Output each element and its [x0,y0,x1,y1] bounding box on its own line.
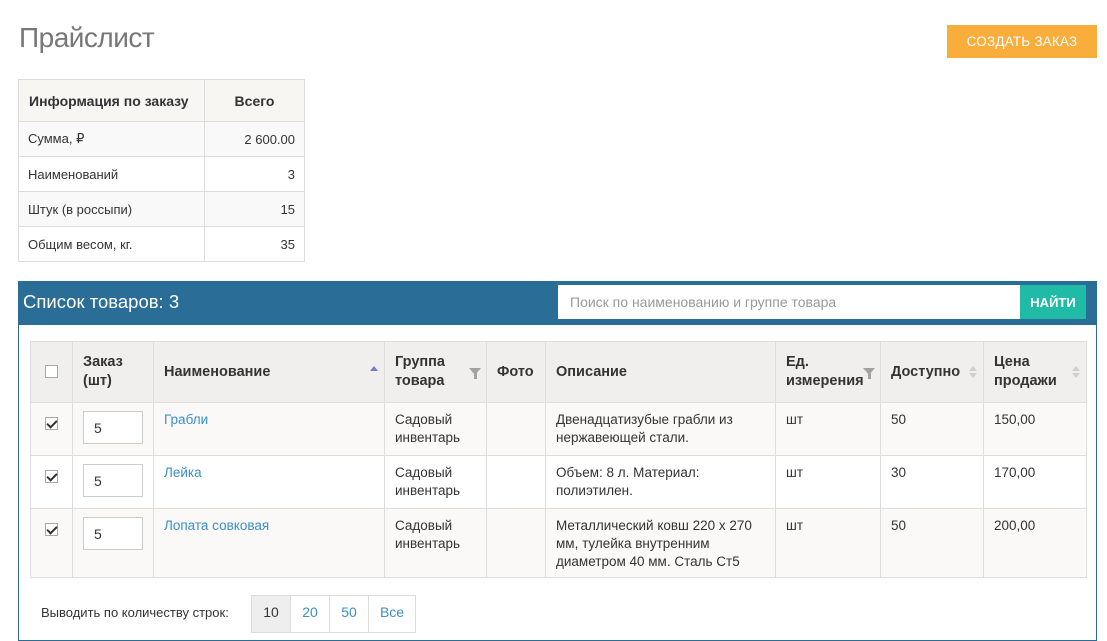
photo-cell [486,402,546,456]
rows-option-all[interactable]: Все [368,595,416,633]
sort-icon[interactable] [1072,366,1080,378]
column-price-label: Цена продажи [994,354,1057,389]
price-cell: 200,00 [983,508,1087,578]
rows-option-50[interactable]: 50 [329,595,369,633]
column-price[interactable]: Цена продажи [983,341,1087,403]
qty-input[interactable] [83,517,143,550]
photo-cell [486,455,546,509]
column-group[interactable]: Группа товара [384,341,487,403]
rows-per-page-options: 10 20 50 Все [251,595,416,633]
summary-label: Сумма, ₽ [18,121,205,157]
order-summary-table: Информация по заказу Всего Сумма, ₽ 2 60… [18,79,305,262]
product-name-link[interactable]: Лейка [164,465,202,480]
group-cell: Садовый инвентарь [384,508,487,578]
row-checkbox[interactable] [45,416,58,430]
name-cell: Лопата совковая [153,508,385,578]
description-cell: Двенадцатизубые грабли из нержавеющей ст… [545,402,776,456]
product-name-link[interactable]: Грабли [164,412,208,427]
qty-cell [72,508,154,578]
price-cell: 170,00 [983,455,1087,509]
goods-panel: Список товаров: 3 Найти Заказ (шт) Наиме… [18,281,1097,641]
photo-cell [486,508,546,578]
goods-panel-title: Список товаров: 3 [23,291,180,312]
filter-icon[interactable] [863,368,875,379]
goods-table: Заказ (шт) Наименование Группа товара Фо… [30,341,1087,578]
column-available-label: Доступно [891,363,961,380]
summary-row: Наименований 3 [18,156,305,192]
rows-option-20[interactable]: 20 [290,595,330,633]
qty-cell [72,402,154,456]
description-cell: Объем: 8 л. Материал: полиэтилен. [545,455,776,509]
column-available[interactable]: Доступно [880,341,984,403]
summary-label: Штук (в россыпи) [18,191,205,227]
row-checkbox[interactable] [45,469,58,483]
sort-asc-icon[interactable] [370,366,378,378]
group-cell: Садовый инвентарь [384,455,487,509]
summary-header-row: Информация по заказу Всего [18,79,305,122]
unit-cell: шт [775,508,881,578]
summary-value: 2 600.00 [204,121,305,157]
name-cell: Лейка [153,455,385,509]
price-cell: 150,00 [983,402,1087,456]
rows-per-page-label: Выводить по количеству строк: [41,605,229,620]
summary-label: Наименований [18,156,205,192]
column-name[interactable]: Наименование [153,341,385,403]
available-cell: 50 [880,402,984,456]
summary-row: Общим весом, кг. 35 [18,226,305,262]
table-row: Лейка Садовый инвентарь Объем: 8 л. Мате… [30,455,1087,509]
summary-header-info: Информация по заказу [18,79,205,122]
select-all-cell [30,341,73,403]
column-order: Заказ (шт) [72,341,154,403]
unit-cell: шт [775,455,881,509]
rows-option-10[interactable]: 10 [251,595,291,633]
available-cell: 30 [880,455,984,509]
summary-value: 3 [204,156,305,192]
summary-label: Общим весом, кг. [18,226,205,262]
unit-cell: шт [775,402,881,456]
filter-icon[interactable] [469,368,481,379]
column-photo: Фото [486,341,546,403]
table-row: Грабли Садовый инвентарь Двенадцатизубые… [30,402,1087,456]
search-button[interactable]: Найти [1020,285,1086,319]
column-group-label: Группа товара [395,354,445,389]
column-unit[interactable]: Ед. измерения [775,341,881,403]
row-select-cell [30,455,73,509]
qty-input[interactable] [83,411,143,444]
summary-header-total: Всего [204,79,305,122]
goods-panel-header: Список товаров: 3 Найти [18,281,1097,325]
column-name-label: Наименование [164,363,271,380]
summary-value: 35 [204,226,305,262]
product-name-link[interactable]: Лопата совковая [164,518,269,533]
description-cell: Металлический ковш 220 х 270 мм, тулейка… [545,508,776,578]
column-unit-label: Ед. измерения [786,354,864,389]
row-select-cell [30,508,73,578]
page-title: Прайслист [19,22,155,53]
sort-icon[interactable] [969,366,977,378]
name-cell: Грабли [153,402,385,456]
qty-cell [72,455,154,509]
summary-row: Сумма, ₽ 2 600.00 [18,121,305,157]
summary-row: Штук (в россыпи) 15 [18,191,305,227]
goods-header-row: Заказ (шт) Наименование Группа товара Фо… [30,341,1087,403]
available-cell: 50 [880,508,984,578]
row-select-cell [30,402,73,456]
select-all-checkbox[interactable] [45,365,58,379]
column-description: Описание [545,341,776,403]
summary-value: 15 [204,191,305,227]
search-input[interactable] [558,285,1021,319]
qty-input[interactable] [83,464,143,497]
create-order-button[interactable]: Создать заказ [947,25,1097,58]
group-cell: Садовый инвентарь [384,402,487,456]
table-row: Лопата совковая Садовый инвентарь Металл… [30,508,1087,578]
row-checkbox[interactable] [45,522,58,536]
